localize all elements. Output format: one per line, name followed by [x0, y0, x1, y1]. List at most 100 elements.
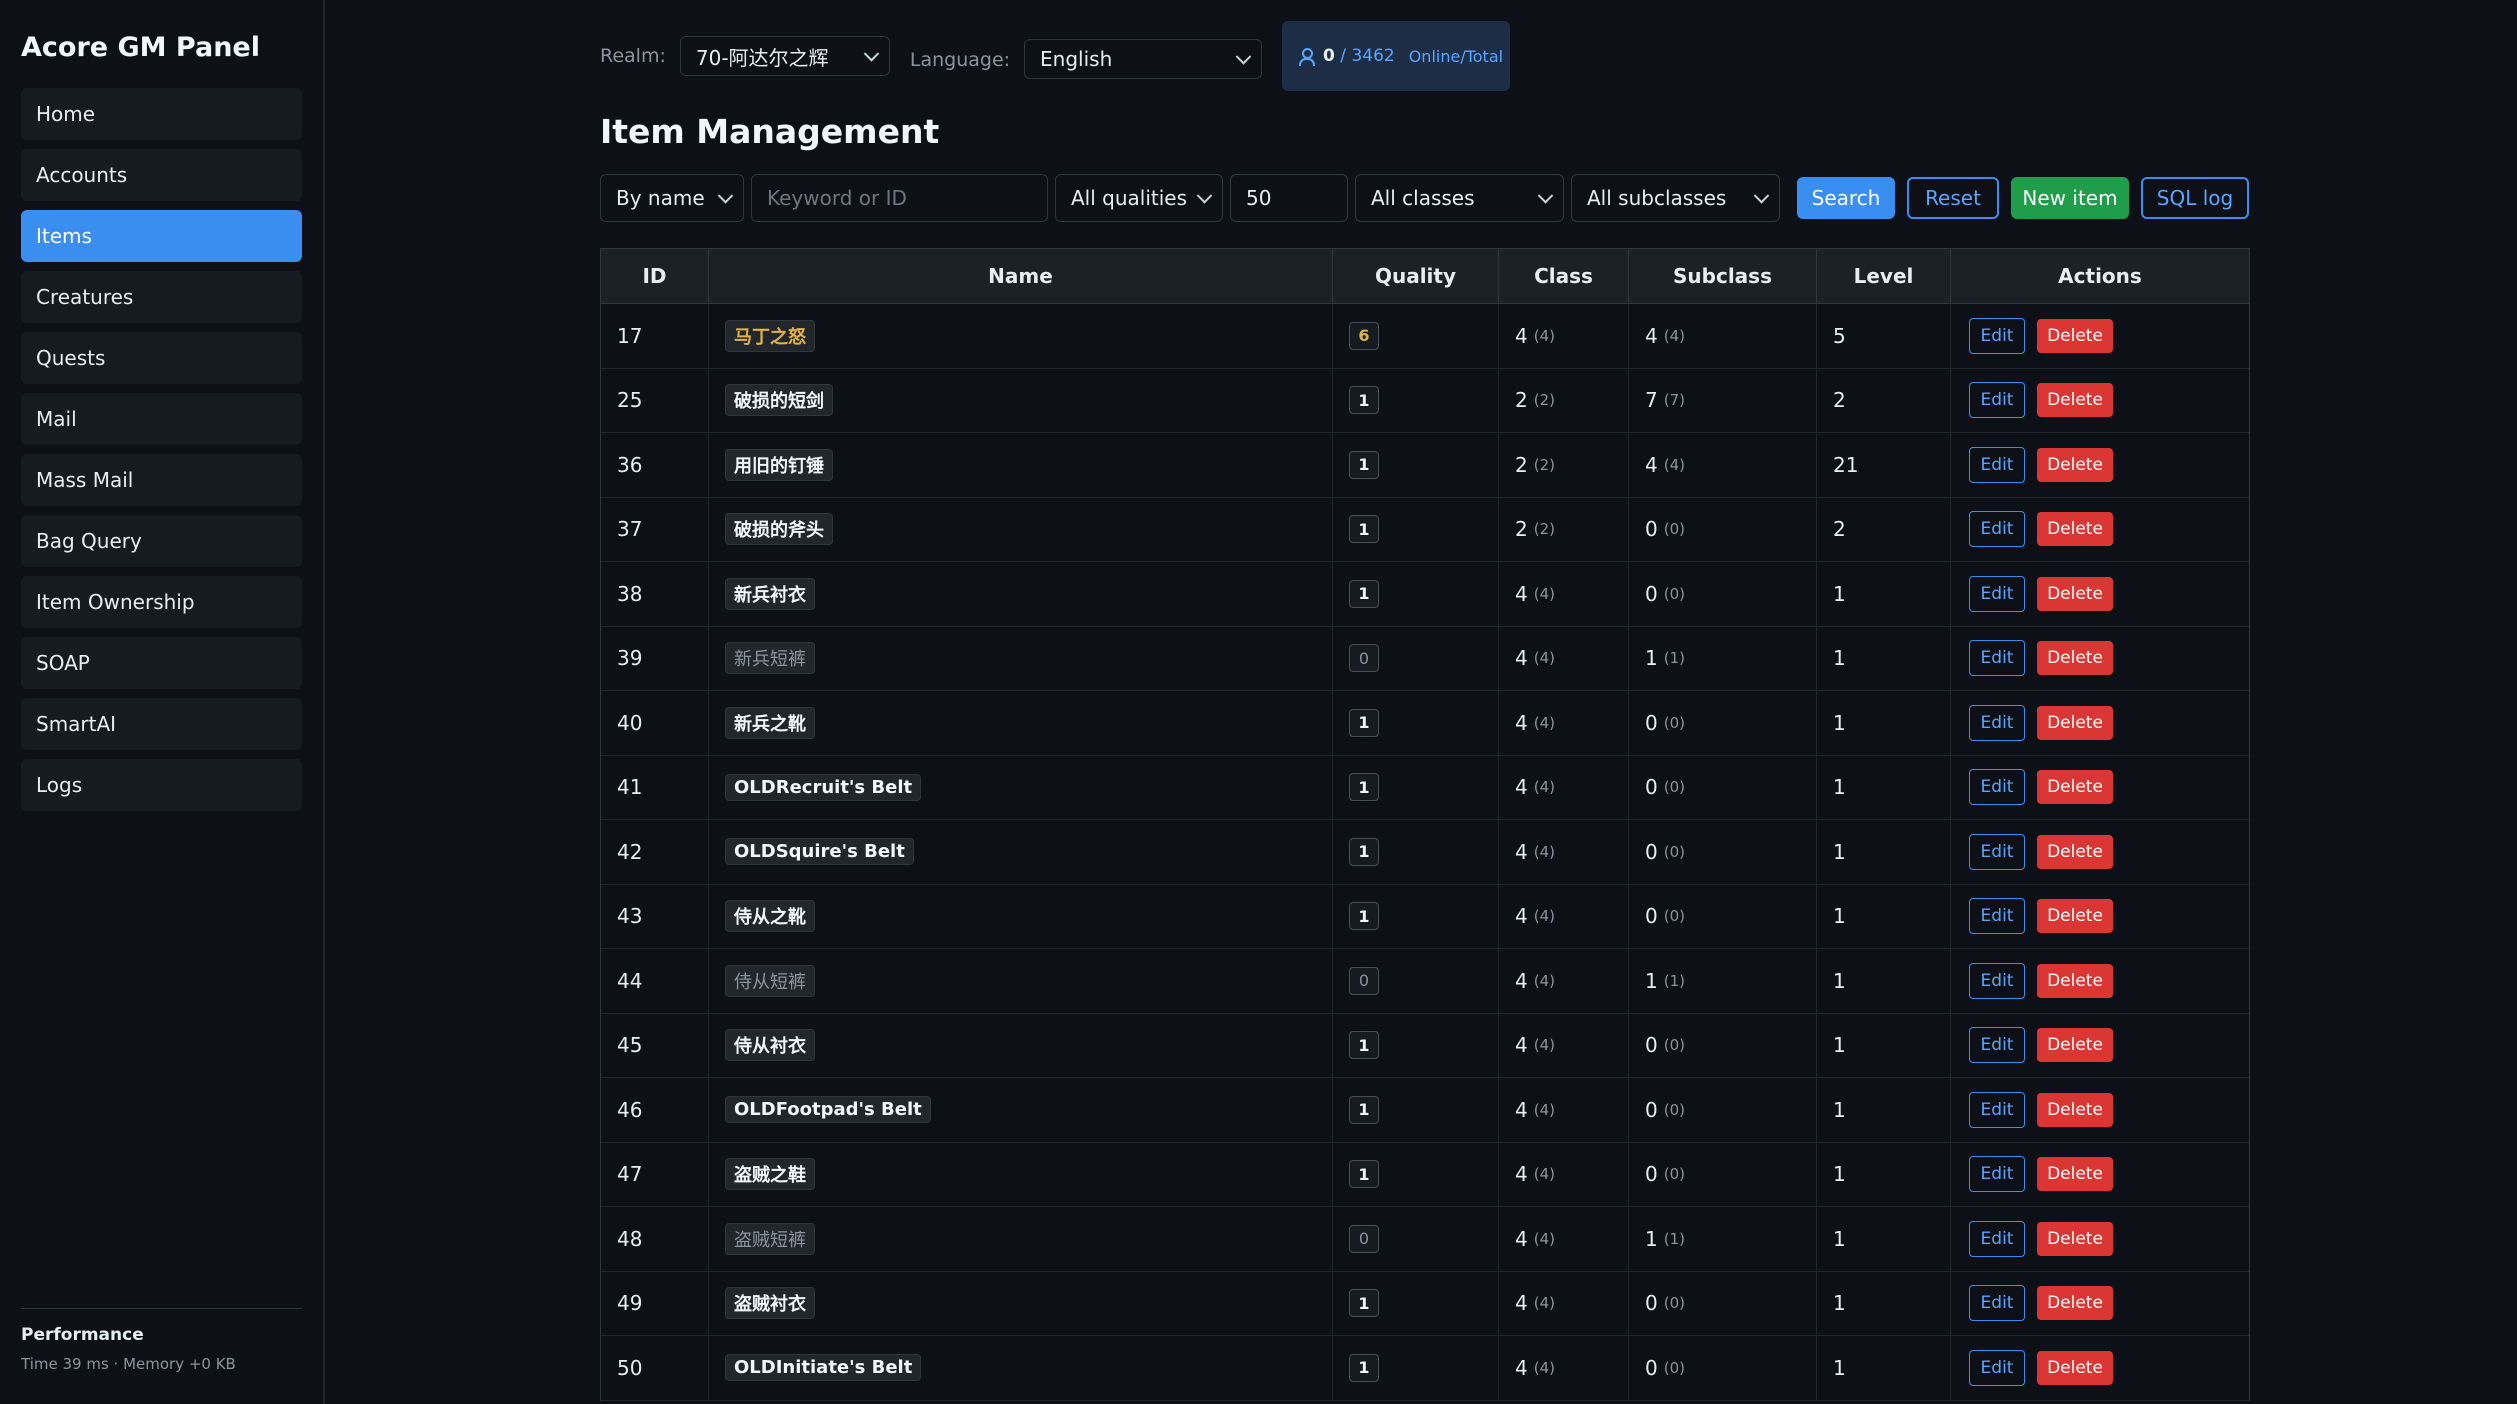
- item-name-badge[interactable]: 盗贼短裤: [725, 1222, 815, 1255]
- item-name-badge[interactable]: 侍从短裤: [725, 964, 815, 997]
- delete-button[interactable]: Delete: [2037, 1092, 2113, 1127]
- column-header-actions[interactable]: Actions: [1951, 249, 2249, 303]
- quality-badge: 6: [1349, 321, 1379, 350]
- search-button[interactable]: Search: [1797, 177, 1895, 219]
- sql-log-button[interactable]: SQL log: [2141, 177, 2249, 219]
- class-select[interactable]: All classes: [1355, 174, 1564, 222]
- search-mode-value: By name: [616, 186, 705, 210]
- column-header-id[interactable]: ID: [601, 249, 709, 303]
- edit-button[interactable]: Edit: [1969, 1091, 2025, 1128]
- language-select[interactable]: English: [1024, 39, 1263, 79]
- sidebar-item-accounts[interactable]: Accounts: [21, 149, 302, 201]
- delete-button[interactable]: Delete: [2037, 1350, 2113, 1385]
- sidebar-item-item-ownership[interactable]: Item Ownership: [21, 576, 302, 628]
- delete-button[interactable]: Delete: [2037, 641, 2113, 676]
- delete-button[interactable]: Delete: [2037, 1028, 2113, 1063]
- edit-button[interactable]: Edit: [1969, 769, 2025, 806]
- edit-button[interactable]: Edit: [1969, 898, 2025, 935]
- item-name-badge[interactable]: OLDFootpad's Belt: [725, 1096, 931, 1124]
- sidebar-item-smartai[interactable]: SmartAI: [21, 698, 302, 750]
- edit-button[interactable]: Edit: [1969, 1220, 2025, 1257]
- edit-button[interactable]: Edit: [1969, 1156, 2025, 1193]
- delete-button[interactable]: Delete: [2037, 1221, 2113, 1256]
- language-select-value: English: [1040, 47, 1113, 71]
- edit-button[interactable]: Edit: [1969, 1027, 2025, 1064]
- delete-button[interactable]: Delete: [2037, 383, 2113, 418]
- item-name-cell: OLDRecruit's Belt: [709, 755, 1333, 819]
- item-name-badge[interactable]: OLDRecruit's Belt: [725, 773, 922, 801]
- realm-select[interactable]: 70-阿达尔之辉: [679, 36, 890, 76]
- edit-button[interactable]: Edit: [1969, 704, 2025, 741]
- item-name-badge[interactable]: 侍从衬衣: [725, 1029, 815, 1062]
- edit-button[interactable]: Edit: [1969, 382, 2025, 419]
- class-select-value: All classes: [1371, 186, 1475, 210]
- item-name-badge[interactable]: 盗贼衬衣: [725, 1287, 815, 1320]
- subclass-cell: 0 (0): [1629, 755, 1817, 819]
- edit-button[interactable]: Edit: [1969, 1349, 2025, 1386]
- new-item-button[interactable]: New item: [2011, 177, 2129, 219]
- subclass-raw: (0): [1663, 713, 1685, 732]
- delete-button[interactable]: Delete: [2037, 770, 2113, 805]
- item-name-badge[interactable]: 马丁之怒: [725, 319, 815, 352]
- item-name-badge[interactable]: 破损的斧头: [725, 513, 833, 546]
- sidebar-item-mail[interactable]: Mail: [21, 393, 302, 445]
- subclass-select[interactable]: All subclasses: [1571, 174, 1780, 222]
- sidebar-item-items[interactable]: Items: [21, 210, 302, 262]
- quality-cell: 0: [1333, 626, 1499, 690]
- sidebar-item-mass-mail[interactable]: Mass Mail: [21, 454, 302, 506]
- column-header-subclass[interactable]: Subclass: [1629, 249, 1817, 303]
- item-name-badge[interactable]: OLDSquire's Belt: [725, 838, 914, 866]
- item-name-badge[interactable]: 新兵短裤: [725, 642, 815, 675]
- edit-button[interactable]: Edit: [1969, 511, 2025, 548]
- quality-select[interactable]: All qualities: [1055, 174, 1223, 222]
- delete-button[interactable]: Delete: [2037, 318, 2113, 353]
- item-name-badge[interactable]: 盗贼之鞋: [725, 1158, 815, 1191]
- delete-button[interactable]: Delete: [2037, 447, 2113, 482]
- column-header-level[interactable]: Level: [1817, 249, 1951, 303]
- edit-button[interactable]: Edit: [1969, 833, 2025, 870]
- sidebar-item-soap[interactable]: SOAP: [21, 637, 302, 689]
- class-cell: 2 (2): [1499, 497, 1629, 561]
- keyword-input[interactable]: [751, 174, 1048, 222]
- subclass-value: 0: [1645, 1355, 1658, 1380]
- delete-button[interactable]: Delete: [2037, 834, 2113, 869]
- item-name-badge[interactable]: 新兵之靴: [725, 706, 815, 739]
- edit-button[interactable]: Edit: [1969, 962, 2025, 999]
- class-raw: (4): [1533, 778, 1555, 797]
- edit-button[interactable]: Edit: [1969, 317, 2025, 354]
- sidebar-item-bag-query[interactable]: Bag Query: [21, 515, 302, 567]
- delete-button[interactable]: Delete: [2037, 576, 2113, 611]
- item-name-badge[interactable]: 侍从之靴: [725, 900, 815, 933]
- delete-button[interactable]: Delete: [2037, 512, 2113, 547]
- edit-button[interactable]: Edit: [1969, 575, 2025, 612]
- item-level: 1: [1817, 1207, 1951, 1271]
- sidebar-item-quests[interactable]: Quests: [21, 332, 302, 384]
- class-cell: 4 (4): [1499, 884, 1629, 948]
- limit-input[interactable]: 50: [1230, 174, 1348, 222]
- item-name-cell: 侍从衬衣: [709, 1013, 1333, 1077]
- reset-button[interactable]: Reset: [1907, 177, 1999, 219]
- delete-button[interactable]: Delete: [2037, 1157, 2113, 1192]
- delete-button[interactable]: Delete: [2037, 963, 2113, 998]
- edit-button[interactable]: Edit: [1969, 1285, 2025, 1322]
- column-header-name[interactable]: Name: [709, 249, 1333, 303]
- delete-button[interactable]: Delete: [2037, 705, 2113, 740]
- sidebar-item-home[interactable]: Home: [21, 88, 302, 140]
- column-header-quality[interactable]: Quality: [1333, 249, 1499, 303]
- item-name-badge[interactable]: 破损的短剑: [725, 384, 833, 417]
- search-mode-select[interactable]: By name: [600, 174, 744, 222]
- item-name-badge[interactable]: 用旧的钉锤: [725, 448, 833, 481]
- item-name-badge[interactable]: 新兵衬衣: [725, 577, 815, 610]
- subclass-value: 0: [1645, 1097, 1658, 1122]
- delete-button[interactable]: Delete: [2037, 899, 2113, 934]
- delete-button[interactable]: Delete: [2037, 1286, 2113, 1321]
- edit-button[interactable]: Edit: [1969, 640, 2025, 677]
- performance-panel: Performance Time 39 ms · Memory +0 KB: [21, 1308, 302, 1373]
- sidebar-item-creatures[interactable]: Creatures: [21, 271, 302, 323]
- sidebar-item-logs[interactable]: Logs: [21, 759, 302, 811]
- item-id: 49: [601, 1271, 709, 1335]
- item-name-badge[interactable]: OLDInitiate's Belt: [725, 1354, 922, 1382]
- column-header-class[interactable]: Class: [1499, 249, 1629, 303]
- edit-button[interactable]: Edit: [1969, 446, 2025, 483]
- items-table: ID Name Quality Class Subclass Level Actions 1…: [600, 248, 2250, 1401]
